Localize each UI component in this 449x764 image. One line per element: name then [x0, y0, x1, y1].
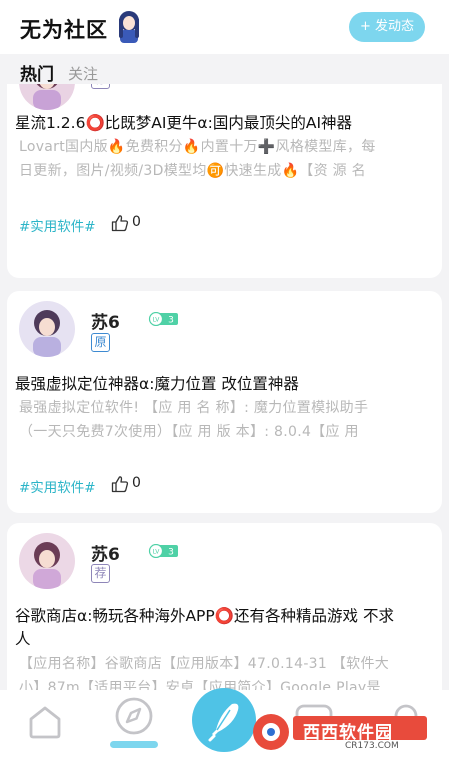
- post-excerpt-line[interactable]: 【应用名称】谷歌商店【应用版本】47.0.14-31 【软件大: [19, 653, 428, 676]
- thumbs-up-icon[interactable]: [111, 214, 129, 232]
- post-excerpt-line[interactable]: 最强虚拟定位软件! 【应 用 名 称】: 魔力位置模拟助手: [19, 397, 428, 420]
- svg-text:LV: LV: [153, 317, 161, 324]
- post-feed[interactable]: 苏6 LV 3 荐 星流1.2.6⭕比既梦AI更牛α:国内最顶尖的AI神器 Lo…: [0, 84, 449, 690]
- post-excerpt-line[interactable]: Lovart国内版🔥免费积分🔥内置十万➕风格模型库，每: [19, 136, 428, 159]
- svg-text:3: 3: [168, 548, 174, 558]
- feed-tabs: 热门 关注: [0, 54, 449, 85]
- svg-text:LV: LV: [153, 549, 161, 556]
- compose-fab[interactable]: [192, 688, 256, 752]
- recommend-badge: 荐: [91, 84, 110, 89]
- svg-text:3: 3: [168, 316, 174, 326]
- top-bar: 无为社区 + 发动态: [0, 0, 449, 54]
- tab-follow[interactable]: 关注: [68, 63, 98, 84]
- post-title[interactable]: 谷歌商店α:畅玩各种海外APP⭕还有各种精品游戏 不求: [15, 605, 434, 628]
- post-title[interactable]: 星流1.2.6⭕比既梦AI更牛α:国内最顶尖的AI神器: [15, 112, 434, 135]
- post-excerpt-line[interactable]: 日更新，图片/视频/3D模型均🉑快速生成🔥【资 源 名: [19, 160, 428, 183]
- topic-tag[interactable]: #实用软件#: [19, 215, 96, 235]
- post-title[interactable]: 最强虚拟定位神器α:魔力位置 改位置神器: [15, 373, 434, 396]
- post-card[interactable]: 苏6 LV 3 原 最强虚拟定位神器α:魔力位置 改位置神器 最强虚拟定位软件!…: [7, 291, 442, 513]
- avatar-image-icon: [19, 84, 75, 110]
- compass-icon[interactable]: [114, 696, 154, 736]
- like-count: 0: [132, 214, 141, 230]
- avatar[interactable]: [19, 533, 75, 589]
- like-count: 0: [132, 475, 141, 491]
- feather-icon: [208, 703, 239, 742]
- tab-hot[interactable]: 热门: [20, 60, 54, 85]
- watermark-url: CR173.COM: [345, 741, 399, 751]
- avatar-image-icon: [19, 301, 75, 357]
- topic-tag[interactable]: #实用软件#: [19, 476, 96, 496]
- post-title-continued[interactable]: 人: [15, 628, 434, 651]
- home-icon[interactable]: [27, 704, 63, 740]
- site-watermark: 西西软件园 CR173.COM: [251, 712, 431, 752]
- level-badge-icon: LV 3: [148, 544, 178, 558]
- post-excerpt-line[interactable]: （一天只免费7次使用）【应 用 版 本】: 8.0.4【应 用: [19, 421, 428, 444]
- post-card[interactable]: 苏6 LV 3 荐 谷歌商店α:畅玩各种海外APP⭕还有各种精品游戏 不求 人 …: [7, 523, 442, 690]
- user-name[interactable]: 苏6: [91, 308, 120, 333]
- avatar[interactable]: [19, 301, 75, 357]
- avatar[interactable]: [19, 84, 75, 110]
- post-dynamic-button[interactable]: + 发动态: [349, 12, 425, 42]
- app-title: 无为社区: [20, 18, 108, 42]
- thumbs-up-icon[interactable]: [111, 475, 129, 493]
- watermark-brand: 西西软件园: [303, 723, 393, 743]
- mascot-icon: [119, 11, 139, 43]
- level-badge-icon: LV 3: [148, 312, 178, 326]
- original-badge: 原: [91, 333, 110, 352]
- active-tab-indicator: [110, 741, 158, 748]
- post-card[interactable]: 苏6 LV 3 荐 星流1.2.6⭕比既梦AI更牛α:国内最顶尖的AI神器 Lo…: [7, 84, 442, 278]
- recommend-badge: 荐: [91, 564, 110, 583]
- avatar-image-icon: [19, 533, 75, 589]
- user-name[interactable]: 苏6: [91, 540, 120, 565]
